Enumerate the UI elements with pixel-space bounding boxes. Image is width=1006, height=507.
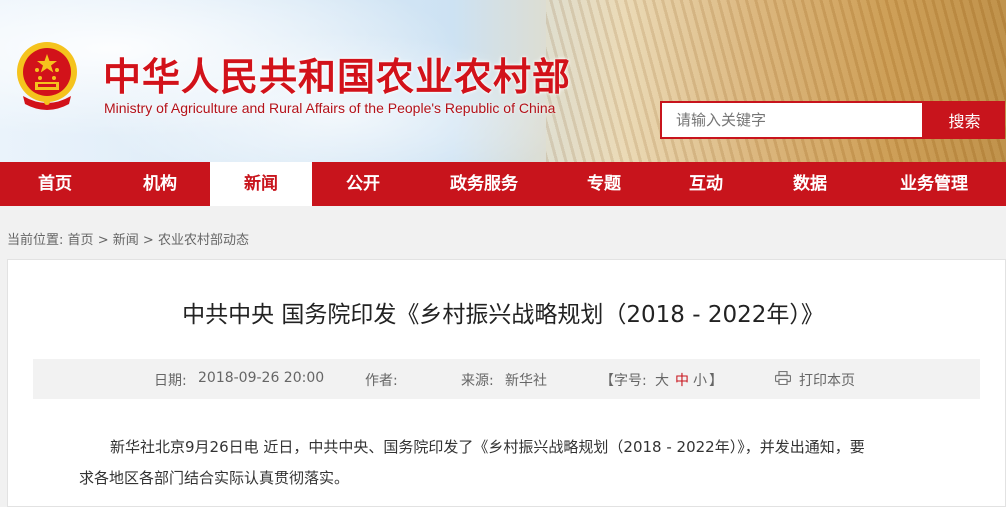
breadcrumb-separator: > — [97, 233, 109, 248]
nav-item-government-services[interactable]: 政务服务 — [414, 162, 554, 206]
search-input[interactable] — [660, 101, 924, 139]
breadcrumb-item-home[interactable]: 首页 — [68, 233, 94, 248]
nav-item-interaction[interactable]: 互动 — [654, 162, 758, 206]
national-emblem-icon[interactable] — [15, 40, 79, 112]
article-title: 中共中央 国务院印发《乡村振兴战略规划（2018 - 2022年）》 — [182, 302, 824, 328]
article-paragraph-line-2: 求各地区各部门结合实际认真贯彻落实。 — [79, 469, 350, 487]
breadcrumb-separator: > — [142, 233, 154, 248]
search-box: 搜索 — [660, 101, 1005, 139]
date-value: 2018-09-26 20:00 — [198, 370, 325, 386]
breadcrumb-prefix: 当前位置: — [7, 233, 64, 248]
nav-item-data[interactable]: 数据 — [758, 162, 862, 206]
search-button[interactable]: 搜索 — [924, 101, 1005, 139]
site-header: 中华人民共和国农业农村部 Ministry of Agriculture and… — [0, 0, 1006, 162]
article-meta-bar: 日期: 2018-09-26 20:00 作者: 来源: 新华社 【字号: 大 … — [33, 359, 980, 399]
main-navigation: 首页 机构 新闻 公开 政务服务 专题 互动 数据 业务管理 — [0, 162, 1006, 206]
site-title-chinese[interactable]: 中华人民共和国农业农村部 — [103, 46, 571, 101]
article-paragraph-line-1: 新华社北京9月26日电 近日，中共中央、国务院印发了《乡村振兴战略规划（2018… — [110, 438, 865, 456]
author-label: 作者: — [365, 373, 398, 389]
nav-item-topics[interactable]: 专题 — [554, 162, 654, 206]
font-size-large-button[interactable]: 大 — [655, 370, 669, 390]
nav-item-news[interactable]: 新闻 — [210, 162, 312, 206]
breadcrumb-item-news[interactable]: 新闻 — [113, 233, 139, 248]
font-size-medium-button[interactable]: 中 — [675, 370, 689, 390]
font-size-close: 】 — [709, 373, 723, 389]
nav-item-public[interactable]: 公开 — [312, 162, 414, 206]
nav-item-business-management[interactable]: 业务管理 — [862, 162, 1006, 206]
source-value: 新华社 — [505, 373, 547, 389]
nav-item-home[interactable]: 首页 — [0, 162, 110, 206]
source-label: 来源: — [461, 373, 494, 389]
font-size-small-button[interactable]: 小 — [693, 370, 707, 390]
article-body: 新华社北京9月26日电 近日，中共中央、国务院印发了《乡村振兴战略规划（2018… — [79, 432, 939, 494]
breadcrumb-item-ministry-updates[interactable]: 农业农村部动态 — [158, 233, 249, 248]
breadcrumb: 当前位置: 首页 > 新闻 > 农业农村部动态 — [7, 229, 249, 248]
date-label: 日期: — [154, 373, 187, 389]
print-page-button[interactable]: 打印本页 — [799, 370, 855, 390]
font-size-open: 【字号: — [600, 373, 647, 389]
nav-item-organization[interactable]: 机构 — [110, 162, 210, 206]
site-title-english: Ministry of Agriculture and Rural Affair… — [104, 100, 556, 116]
print-icon[interactable] — [775, 371, 791, 385]
